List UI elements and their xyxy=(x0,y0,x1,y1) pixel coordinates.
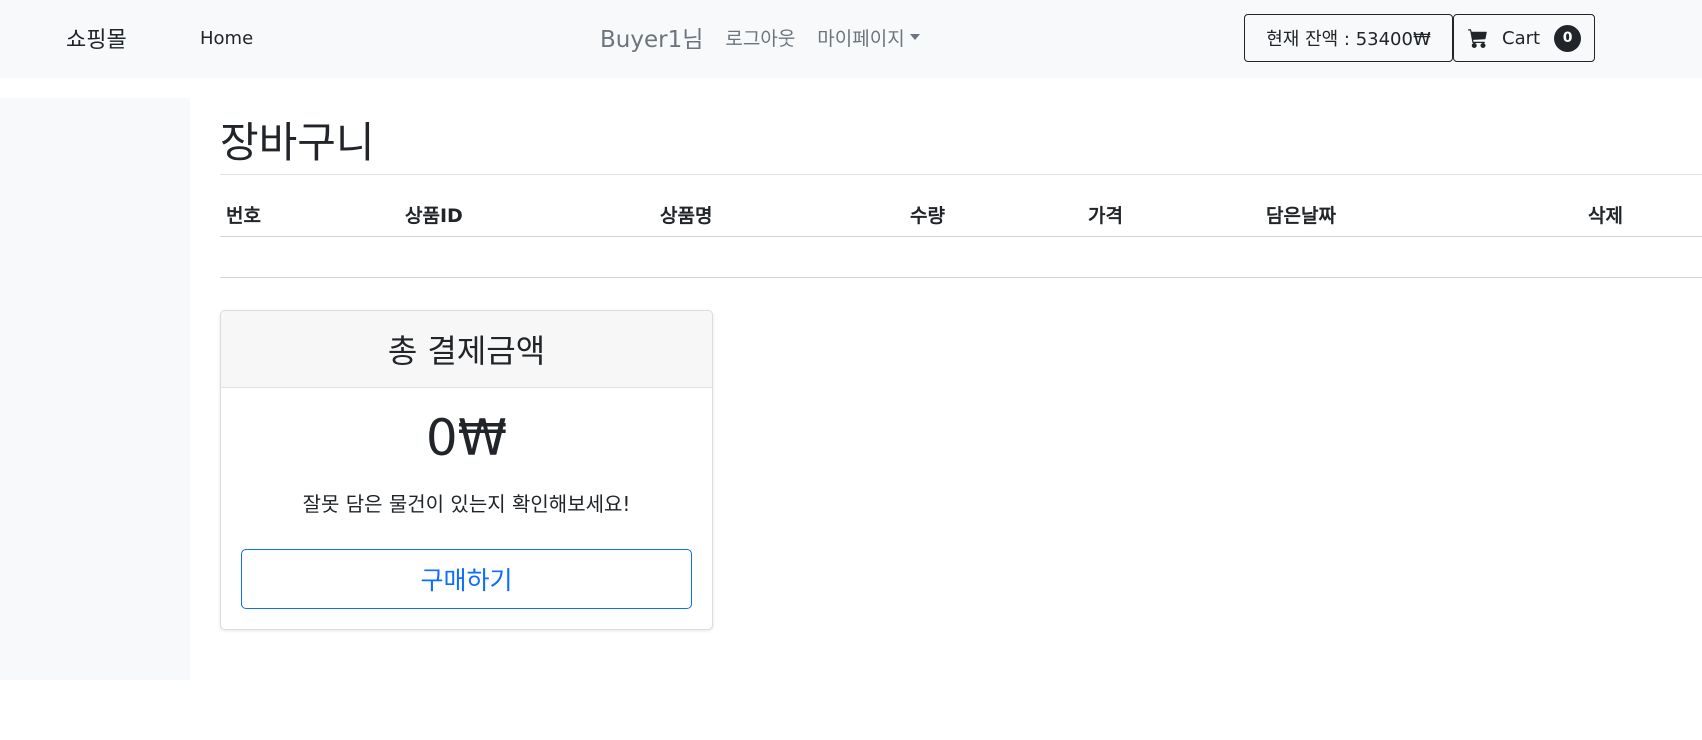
column-header-quantity: 수량 xyxy=(910,205,945,227)
cart-button[interactable]: Cart 0 xyxy=(1453,14,1595,62)
cart-icon xyxy=(1468,29,1487,48)
cart-count-badge: 0 xyxy=(1554,24,1582,52)
sidebar xyxy=(0,98,190,680)
column-header-delete: 삭제 xyxy=(1588,205,1623,227)
page-title: 장바구니 xyxy=(220,118,375,167)
total-amount: 0₩ xyxy=(425,409,508,467)
cart-label: Cart xyxy=(1502,27,1541,49)
check-hint-text: 잘못 담은 물건이 있는지 확인해보세요! xyxy=(302,492,631,516)
caret-down-icon xyxy=(909,34,920,40)
brand-logo[interactable]: 쇼핑몰 xyxy=(66,22,127,54)
purchase-button[interactable]: 구매하기 xyxy=(241,549,692,609)
logout-link[interactable]: 로그아웃 xyxy=(725,24,795,51)
column-header-product-id: 상품ID xyxy=(405,205,463,227)
top-navbar: 쇼핑몰 Home Buyer1님 로그아웃 마이페이지 현재 잔액 : 5340… xyxy=(0,0,1702,78)
balance-button[interactable]: 현재 잔액 : 53400₩ xyxy=(1244,14,1453,62)
payment-summary-card: 총 결제금액 0₩ 잘못 담은 물건이 있는지 확인해보세요! 구매하기 xyxy=(220,310,713,630)
cart-main: 장바구니 번호 상품ID 상품명 수량 가격 담은날짜 삭제 xyxy=(220,98,1702,278)
nav-home-link[interactable]: Home xyxy=(200,28,253,49)
card-header: 총 결제금액 xyxy=(221,311,712,388)
mypage-dropdown[interactable]: 마이페이지 xyxy=(817,24,920,51)
column-header-product-name: 상품명 xyxy=(660,205,713,227)
cart-table-header: 번호 상품ID 상품명 수량 가격 담은날짜 삭제 xyxy=(220,175,1702,237)
column-header-date-added: 담은날짜 xyxy=(1266,205,1336,227)
column-header-number: 번호 xyxy=(226,205,261,227)
user-menu: Buyer1님 로그아웃 마이페이지 xyxy=(600,20,920,54)
mypage-label: 마이페이지 xyxy=(817,27,905,50)
username-label: Buyer1님 xyxy=(600,27,704,53)
cart-table-body xyxy=(220,237,1702,278)
column-header-price: 가격 xyxy=(1088,205,1123,227)
